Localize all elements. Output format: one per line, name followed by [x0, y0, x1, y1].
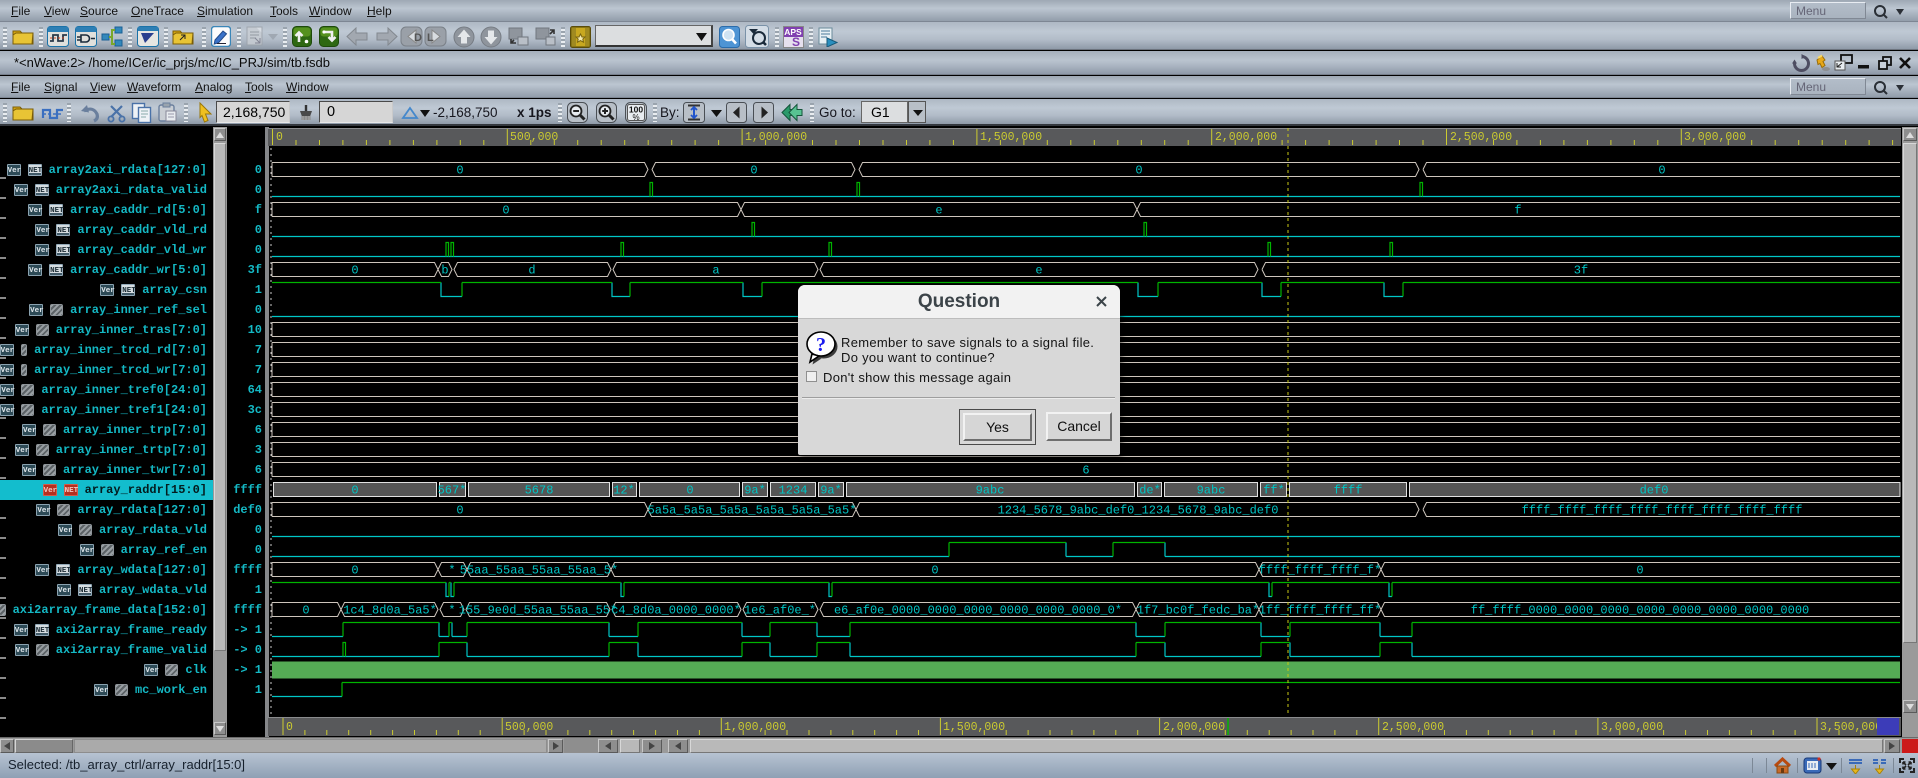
- svg-text:1ff_ffff_ffff_ff*: 1ff_ffff_ffff_ff*: [1259, 604, 1381, 618]
- svg-text:ffff_ffff_ffff_ffff_ffff_ffff_: ffff_ffff_ffff_ffff_ffff_ffff_ffff_ffff: [1522, 504, 1803, 518]
- svg-text:567*: 567*: [438, 484, 467, 498]
- svg-text:0: 0: [502, 204, 509, 218]
- svg-text:f: f: [1514, 204, 1521, 218]
- svg-text:e: e: [1035, 264, 1042, 278]
- svg-text:de*: de*: [1139, 484, 1161, 498]
- svg-text:e6_af0e_0000_0000_0000_0000_00: e6_af0e_0000_0000_0000_0000_0000_0000_0*: [834, 604, 1122, 618]
- svg-text:ff_ffff_0000_0000_0000_0000_00: ff_ffff_0000_0000_0000_0000_0000_0000_00…: [1471, 604, 1809, 618]
- svg-text:2,000,000: 2,000,000: [1163, 721, 1225, 734]
- svg-text:0: 0: [286, 721, 293, 734]
- svg-text:a: a: [712, 264, 719, 278]
- svg-text:0: 0: [351, 264, 358, 278]
- svg-text:6: 6: [1082, 464, 1089, 478]
- svg-text:1,000,000: 1,000,000: [745, 131, 807, 144]
- svg-text:?: ?: [816, 334, 826, 356]
- svg-text:3,000,000: 3,000,000: [1684, 131, 1746, 144]
- svg-text:2,000,000: 2,000,000: [1215, 131, 1277, 144]
- svg-text:0: 0: [1636, 564, 1643, 578]
- svg-text:c4_8d0a_0000_0000*: c4_8d0a_0000_0000*: [611, 604, 741, 618]
- svg-text:ffff_ffff_ffff_f*: ffff_ffff_ffff_f*: [1259, 564, 1381, 578]
- svg-text:500,000: 500,000: [510, 131, 558, 144]
- svg-text:1,500,000: 1,500,000: [943, 721, 1005, 734]
- svg-text:155_9e0d_55aa_55aa_55*: 155_9e0d_55aa_55aa_55*: [459, 604, 617, 618]
- svg-text:b: b: [441, 264, 448, 278]
- svg-text:0: 0: [456, 504, 463, 518]
- svg-text:0: 0: [351, 484, 358, 498]
- svg-text:9a*: 9a*: [820, 484, 842, 498]
- svg-text:1234: 1234: [779, 484, 808, 498]
- svg-text:5678: 5678: [525, 484, 554, 498]
- svg-text:d: d: [528, 264, 535, 278]
- svg-text:0: 0: [456, 164, 463, 178]
- svg-text:0: 0: [302, 604, 309, 618]
- svg-text:0: 0: [276, 131, 283, 144]
- svg-text:12*: 12*: [613, 484, 635, 498]
- svg-text:2,500,000: 2,500,000: [1382, 721, 1444, 734]
- svg-text:0: 0: [750, 164, 757, 178]
- svg-text:1e6_af0e_*: 1e6_af0e_*: [744, 604, 816, 618]
- svg-text:55aa_55aa_55aa_55aa_5*: 55aa_55aa_55aa_55aa_5*: [460, 564, 618, 578]
- svg-text:3,500,000: 3,500,000: [1820, 721, 1882, 734]
- svg-text:e: e: [935, 204, 942, 218]
- svg-text:500,000: 500,000: [505, 721, 553, 734]
- svg-text:1,500,000: 1,500,000: [980, 131, 1042, 144]
- svg-text:0: 0: [931, 564, 938, 578]
- svg-text:0: 0: [351, 564, 358, 578]
- svg-text:3f: 3f: [1574, 264, 1588, 278]
- svg-text:*: *: [448, 564, 455, 578]
- svg-text:ffff: ffff: [1334, 484, 1363, 498]
- svg-text:def0: def0: [1640, 484, 1669, 498]
- svg-text:5a5a_5a5a_5a5a_5a5a_5a5a_5a5*: 5a5a_5a5a_5a5a_5a5a_5a5a_5a5*: [648, 504, 857, 518]
- svg-text:ff*: ff*: [1263, 484, 1285, 498]
- svg-text:0: 0: [686, 484, 693, 498]
- svg-text:1c4_8d0a_5a5*: 1c4_8d0a_5a5*: [343, 604, 437, 618]
- svg-text:*: *: [448, 604, 455, 618]
- svg-text:1f7_bc0f_fedc_ba*: 1f7_bc0f_fedc_ba*: [1137, 604, 1259, 618]
- svg-text:9abc: 9abc: [1197, 484, 1226, 498]
- svg-text:9abc: 9abc: [976, 484, 1005, 498]
- svg-text:1234_5678_9abc_def0_1234_5678_: 1234_5678_9abc_def0_1234_5678_9abc_def0: [998, 504, 1279, 518]
- svg-text:2,500,000: 2,500,000: [1450, 131, 1512, 144]
- svg-text:1,000,000: 1,000,000: [724, 721, 786, 734]
- svg-text:0: 0: [1135, 164, 1142, 178]
- svg-text:9a*: 9a*: [744, 484, 766, 498]
- svg-text:0: 0: [1658, 164, 1665, 178]
- svg-text:3,000,000: 3,000,000: [1601, 721, 1663, 734]
